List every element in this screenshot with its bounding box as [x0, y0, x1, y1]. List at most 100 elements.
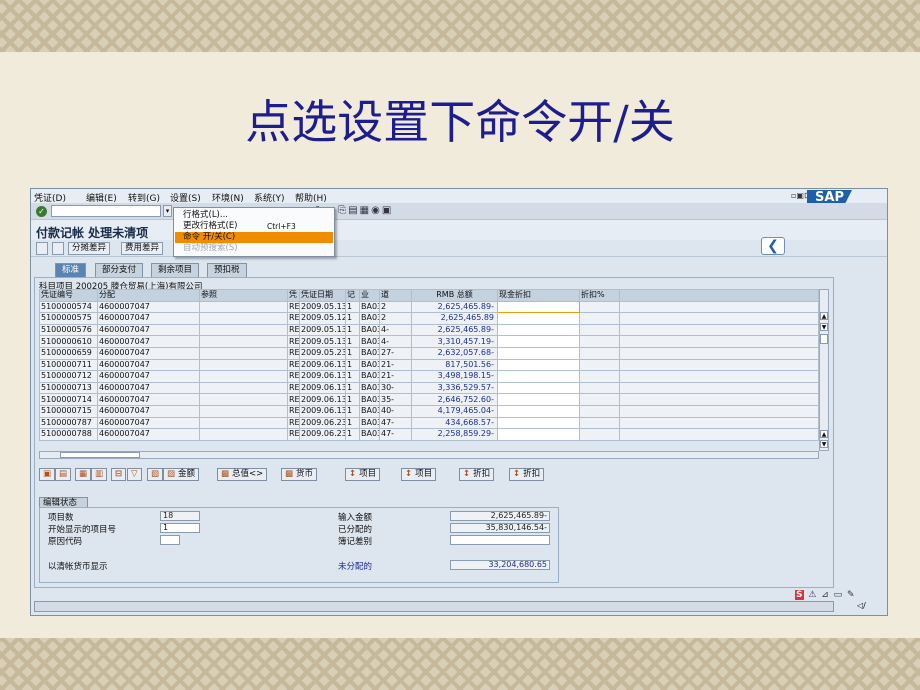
table-row[interactable]: 51000006104600007047 RE2009.05.131BA034-3… [39, 335, 819, 348]
table-row[interactable]: 51000007134600007047 RE2009.06.131BA0330-… [39, 381, 819, 395]
items-button[interactable]: ↕ 项目 [345, 468, 381, 481]
items-button[interactable]: ↕ 项目 [401, 468, 437, 481]
table-row[interactable]: 51000007124600007047 RE2009.06.131BA0321-… [39, 370, 819, 383]
distribute-difference-button[interactable]: 分摊差异 [68, 242, 111, 255]
table-cell: 47- [379, 416, 412, 430]
table-cell: 40- [379, 404, 412, 418]
overview-icon[interactable] [36, 242, 48, 255]
scroll-down-icon[interactable]: ▼ [820, 440, 828, 448]
tab-standard[interactable]: 标准 [55, 263, 87, 277]
table-cell [199, 323, 288, 337]
amount-button[interactable]: ▨ 金额 [163, 468, 200, 481]
table-cell[interactable] [497, 335, 580, 348]
scroll-down-icon[interactable]: ▼ [820, 323, 828, 331]
table-cell: 1 [345, 381, 360, 395]
table-cell: 1 [345, 312, 360, 325]
menu-option-line-layout[interactable]: 行格式(L)... [175, 210, 333, 221]
table-cell[interactable] [497, 300, 580, 314]
reason-code-input[interactable] [160, 535, 180, 545]
menu-option-command-toggle[interactable]: 命令 开/关(C) [175, 232, 333, 243]
menu-option-change-line-layout[interactable]: 更改行格式(E) Ctrl+F3 [175, 221, 333, 232]
table-cell-spacer [619, 416, 819, 430]
system-status-icons[interactable]: S ⚠ ⊿ ▭ ✎ [795, 590, 856, 600]
column-header[interactable]: 业 [359, 289, 380, 302]
column-header[interactable]: 凭证编号 [39, 289, 98, 302]
select-block-icon[interactable]: ▤ [55, 468, 72, 481]
table-cell [579, 312, 620, 325]
first-item-input[interactable]: 1 [160, 523, 200, 533]
scroll-thumb[interactable] [820, 334, 828, 344]
charge-difference-button[interactable]: 费用差异 [121, 242, 164, 255]
gross-amount-button[interactable]: ▩ 总值<> [217, 468, 268, 481]
enter-icon[interactable]: ✓ [36, 206, 47, 217]
horizontal-scrollbar[interactable] [39, 451, 819, 459]
table-cell: 4600007047 [97, 404, 200, 418]
table-cell: 2009.06.23 [299, 416, 346, 430]
table-cell: 2009.06.13 [299, 393, 346, 406]
sap-window: 凭证(D) 编辑(E) 转到(G) 设置(S) 环境(N) 系统(Y) 帮助(H… [30, 188, 888, 616]
posting-difference-field[interactable] [450, 535, 550, 545]
currency-button[interactable]: ▩ 货币 [281, 468, 318, 481]
table-row[interactable]: 51000007874600007047 RE2009.06.231BA0347-… [39, 416, 819, 430]
edit-icon[interactable] [52, 242, 64, 255]
table-row[interactable]: 51000007114600007047 RE2009.06.131BA0321-… [39, 358, 819, 372]
table-cell[interactable] [497, 358, 580, 372]
table-cell: RE [287, 335, 300, 348]
column-header[interactable]: 记 [345, 289, 360, 302]
discount-button[interactable]: ↕ 折扣 [459, 468, 495, 481]
scroll-thumb[interactable] [60, 452, 140, 458]
table-cell[interactable] [497, 346, 580, 360]
select-all-icon[interactable]: ▣ [39, 468, 56, 481]
column-header[interactable]: 参照 [199, 289, 288, 302]
tab-residual-items[interactable]: 剩余项目 [151, 263, 200, 277]
tab-partial-payment[interactable]: 部分支付 [95, 263, 144, 277]
table-cell[interactable] [497, 370, 580, 383]
table-row[interactable]: 51000007154600007047 RE2009.06.131BA0340-… [39, 404, 819, 418]
column-header[interactable]: 折扣% [579, 289, 620, 302]
column-header[interactable]: 分配 [97, 289, 200, 302]
table-cell[interactable] [497, 312, 580, 325]
table-row[interactable]: 51000005764600007047 RE2009.05.131BA034-2… [39, 323, 819, 337]
table-row[interactable]: 51000005754600007047 RE2009.05.121BA0322,… [39, 312, 819, 325]
table-cell: 1 [345, 416, 360, 430]
table-cell[interactable] [497, 393, 580, 406]
filter-icon[interactable]: ▽ [127, 468, 142, 481]
table-row[interactable]: 51000007884600007047 RE2009.06.231BA0347-… [39, 428, 819, 441]
column-header[interactable]: 凭证日期 [299, 289, 346, 302]
activate-items-icon[interactable]: ▦ [75, 468, 92, 481]
delete-icon[interactable]: ⊟ [111, 468, 127, 481]
column-header[interactable]: RMB 总额 [411, 289, 498, 302]
scroll-up-icon[interactable]: ▲ [820, 312, 828, 320]
sort-icon[interactable]: ▧ [147, 468, 164, 481]
table-cell [579, 428, 620, 441]
table-cell[interactable] [497, 416, 580, 430]
table-row[interactable]: 51000005744600007047 RE2009.05.131BA0322,… [39, 300, 819, 314]
vertical-scrollbar[interactable]: ▲ ▼ ▲ ▼ [819, 289, 829, 451]
column-header[interactable]: 道 [379, 289, 412, 302]
command-history-icon[interactable]: ▾ [163, 205, 172, 217]
column-header[interactable]: 现金折扣 [497, 289, 580, 302]
table-cell[interactable] [497, 428, 580, 441]
table-cell: 27- [379, 346, 412, 360]
table-cell [579, 381, 620, 395]
table-cell[interactable] [497, 381, 580, 395]
column-header[interactable]: 凭 [287, 289, 300, 302]
table-cell: BA03 [359, 370, 380, 383]
table-cell: 4600007047 [97, 300, 200, 314]
discount-button[interactable]: ↕ 折扣 [509, 468, 545, 481]
table-row[interactable]: 51000007144600007047 RE2009.06.131BA0335-… [39, 393, 819, 406]
back-arrow-icon[interactable]: ❮ [761, 237, 785, 255]
deactivate-items-icon[interactable]: ▥ [91, 468, 108, 481]
tab-withholding-tax[interactable]: 预扣税 [207, 263, 247, 277]
table-cell-spacer [619, 393, 819, 406]
scroll-up-icon[interactable]: ▲ [820, 430, 828, 438]
table-cell: 2009.06.13 [299, 381, 346, 395]
table-cell[interactable] [497, 323, 580, 337]
table-row[interactable]: 51000006594600007047 RE2009.05.231BA0327-… [39, 346, 819, 360]
command-field[interactable] [51, 205, 161, 217]
table-cell: 3,336,529.57- [411, 381, 498, 395]
table-cell: 4600007047 [97, 346, 200, 360]
table-cell[interactable] [497, 404, 580, 418]
table-cell [199, 428, 288, 441]
table-cell: BA03 [359, 335, 380, 348]
